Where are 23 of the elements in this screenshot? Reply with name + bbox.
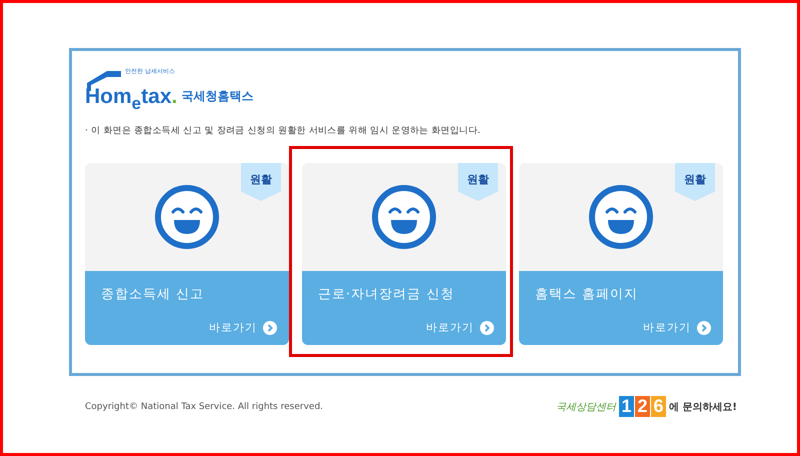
- phone-digit: 2: [634, 396, 650, 417]
- smiley-icon: [371, 184, 437, 250]
- chevron-circle-icon: [697, 320, 711, 334]
- phone-digit: 1: [618, 396, 634, 417]
- status-badge: 원활: [458, 163, 498, 201]
- logo-korean-name: 국세청홈택스: [181, 88, 254, 105]
- shortcut-link[interactable]: 바로가기: [643, 320, 711, 335]
- card-title: 홈택스 홈페이지: [535, 286, 640, 303]
- smiley-icon: [154, 184, 220, 250]
- card-title: 근로·자녀장려금 신청: [318, 286, 456, 303]
- copyright-text: Copyright© National Tax Service. All rights reserved.: [85, 402, 324, 412]
- chevron-circle-icon: [263, 320, 277, 334]
- smiley-icon: [588, 184, 654, 250]
- chevron-circle-icon: [480, 320, 494, 334]
- consult-center-name: 국세상담센터: [556, 400, 616, 414]
- phone-digit: 6: [650, 396, 666, 417]
- contact-text: 에 문의하세요!: [668, 400, 737, 414]
- notice-text: · 이 화면은 종합소득세 신고 및 장려금 신청의 원활한 서비스를 위해 임시 운영하는 화면입니다.: [85, 125, 482, 137]
- status-badge: 원활: [675, 163, 715, 201]
- shortcut-link[interactable]: 바로가기: [209, 320, 277, 335]
- card-title: 종합소득세 신고: [101, 286, 206, 303]
- shortcut-link[interactable]: 바로가기: [426, 320, 494, 335]
- status-badge: 원활: [241, 163, 281, 201]
